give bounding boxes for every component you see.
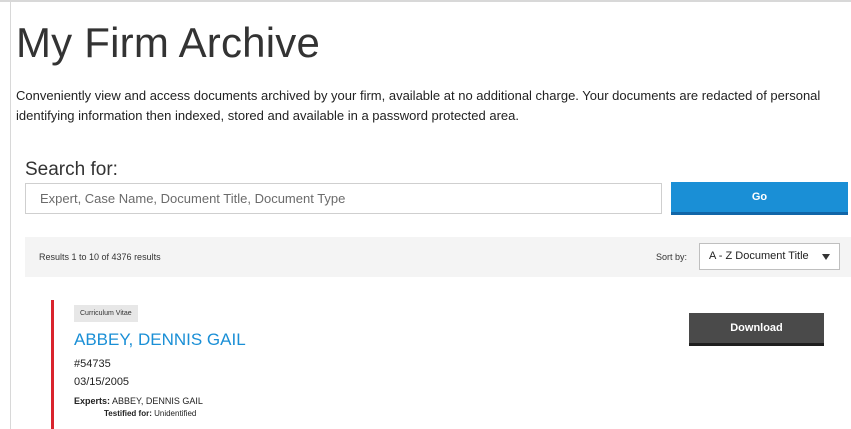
results-count: Results 1 to 10 of 4376 results — [39, 252, 161, 262]
sort-selected-value: A - Z Document Title — [709, 250, 809, 262]
result-accent-bar — [51, 300, 54, 429]
search-label: Search for: — [25, 159, 118, 180]
doc-type-badge: Curriculum Vitae — [74, 305, 138, 322]
testified-label: Testified for: — [104, 409, 152, 418]
testified-value: Unidentified — [154, 409, 197, 418]
page-title: My Firm Archive — [16, 19, 321, 66]
sort-label: Sort by: — [656, 252, 688, 262]
experts-label: Experts: — [74, 396, 111, 406]
go-button[interactable]: Go — [671, 182, 848, 215]
result-item: Curriculum Vitae ABBEY, DENNIS GAIL #547… — [51, 300, 841, 429]
top-divider — [0, 0, 851, 2]
results-bar: Results 1 to 10 of 4376 results Sort by:… — [25, 237, 851, 277]
sort-select[interactable]: A - Z Document Title — [699, 243, 840, 270]
left-divider — [10, 0, 11, 429]
experts-value: ABBEY, DENNIS GAIL — [112, 396, 203, 406]
search-input[interactable] — [25, 183, 662, 214]
download-button[interactable]: Download — [689, 313, 824, 346]
doc-experts: Experts: ABBEY, DENNIS GAIL — [74, 395, 203, 407]
doc-date: 03/15/2005 — [74, 376, 130, 388]
intro-paragraph: Conveniently view and access documents a… — [16, 88, 821, 123]
doc-testified-for: Testified for: Unidentified — [104, 408, 196, 420]
caret-down-icon — [822, 254, 830, 260]
doc-title-link[interactable]: ABBEY, DENNIS GAIL — [74, 329, 246, 351]
doc-number: #54735 — [74, 358, 111, 370]
